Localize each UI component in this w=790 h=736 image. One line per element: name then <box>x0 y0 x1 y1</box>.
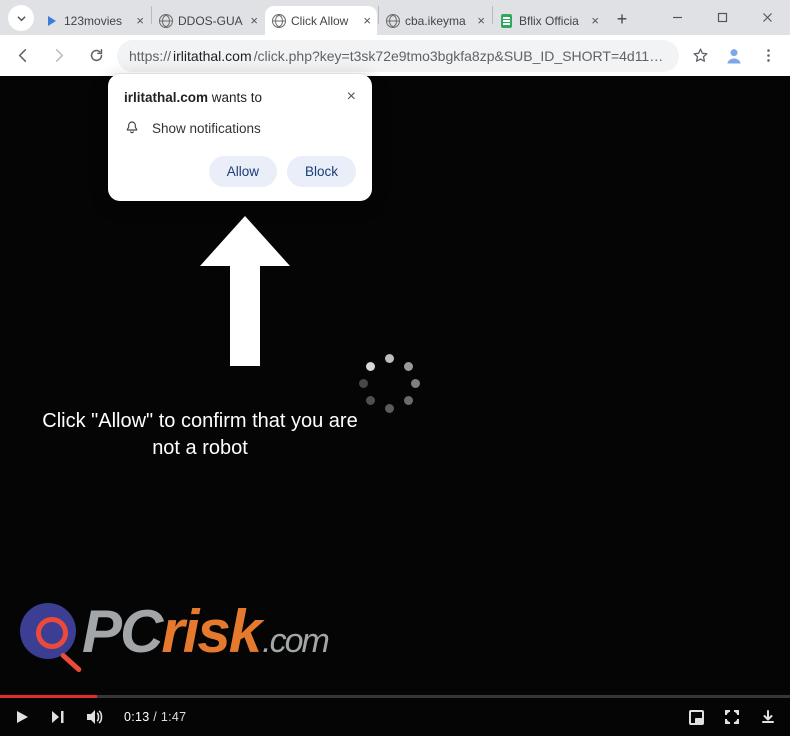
minimize-button[interactable] <box>655 0 700 35</box>
tab-ddos-guard[interactable]: DDOS-GUA × <box>152 6 264 35</box>
close-icon[interactable]: × <box>591 14 599 27</box>
close-icon[interactable]: × <box>477 14 485 27</box>
forward-button[interactable] <box>43 40 75 72</box>
url-protocol: https:// <box>129 48 171 64</box>
allow-button[interactable]: Allow <box>209 156 277 187</box>
tab-label: DDOS-GUA <box>178 14 245 28</box>
block-button[interactable]: Block <box>287 156 356 187</box>
captcha-instruction: Click "Allow" to confirm that you are no… <box>40 408 360 462</box>
prompt-title: irlitathal.com wants to <box>124 90 262 105</box>
bell-icon <box>124 120 140 136</box>
maximize-button[interactable] <box>700 0 745 35</box>
watermark-pc: PC <box>82 597 161 666</box>
miniplayer-button[interactable] <box>689 710 704 725</box>
profile-button[interactable] <box>721 43 747 69</box>
notification-permission-prompt: irlitathal.com wants to × Show notificat… <box>108 74 372 201</box>
volume-button[interactable] <box>86 708 104 726</box>
magnifier-icon <box>20 603 76 659</box>
close-icon[interactable]: × <box>136 14 144 27</box>
new-tab-button[interactable]: + <box>609 6 635 32</box>
close-icon[interactable]: × <box>363 14 371 27</box>
browser-titlebar: 123movies × DDOS-GUA × Click Allow × cba… <box>0 0 790 35</box>
tab-label: Bflix Officia <box>519 14 586 28</box>
globe-icon <box>385 13 400 28</box>
tab-click-allow[interactable]: Click Allow × <box>265 6 377 35</box>
play-icon <box>44 13 59 28</box>
tab-label: cba.ikeyma <box>405 14 472 28</box>
download-button[interactable] <box>760 709 776 725</box>
next-button[interactable] <box>50 709 66 725</box>
back-button[interactable] <box>6 40 38 72</box>
bookmark-button[interactable] <box>684 40 716 72</box>
close-window-button[interactable] <box>745 0 790 35</box>
loading-spinner-icon <box>360 354 420 414</box>
tab-cba-ikeyma[interactable]: cba.ikeyma × <box>379 6 491 35</box>
prompt-permission-text: Show notifications <box>152 121 261 136</box>
address-bar[interactable]: https://irlitathal.com/click.php?key=t3s… <box>117 40 679 72</box>
tab-label: 123movies <box>64 14 131 28</box>
tab-search-button[interactable] <box>8 5 34 31</box>
tab-label: Click Allow <box>291 14 358 28</box>
reload-button[interactable] <box>80 40 112 72</box>
pcrisk-watermark: PCrisk.com <box>20 588 450 674</box>
video-time: 0:13 / 1:47 <box>124 710 186 724</box>
video-player-bar: 0:13 / 1:47 <box>0 698 790 736</box>
tab-123movies[interactable]: 123movies × <box>38 6 150 35</box>
chrome-menu-button[interactable] <box>752 40 784 72</box>
document-icon <box>499 13 514 28</box>
arrow-up-icon <box>190 206 300 376</box>
tab-bflix[interactable]: Bflix Officia × <box>493 6 605 35</box>
watermark-com: .com <box>262 622 328 661</box>
window-controls <box>655 0 790 35</box>
close-icon[interactable]: × <box>250 14 258 27</box>
url-host: irlitathal.com <box>173 48 252 64</box>
play-button[interactable] <box>14 709 30 725</box>
close-icon[interactable]: × <box>347 89 356 105</box>
fullscreen-button[interactable] <box>724 709 740 725</box>
globe-icon <box>158 13 173 28</box>
watermark-risk: risk <box>161 597 260 666</box>
url-path: /click.php?key=t3sk72e9tmo3bgkfa8zp&SUB_… <box>254 48 667 64</box>
globe-icon <box>271 13 286 28</box>
browser-toolbar: https://irlitathal.com/click.php?key=t3s… <box>0 35 790 76</box>
